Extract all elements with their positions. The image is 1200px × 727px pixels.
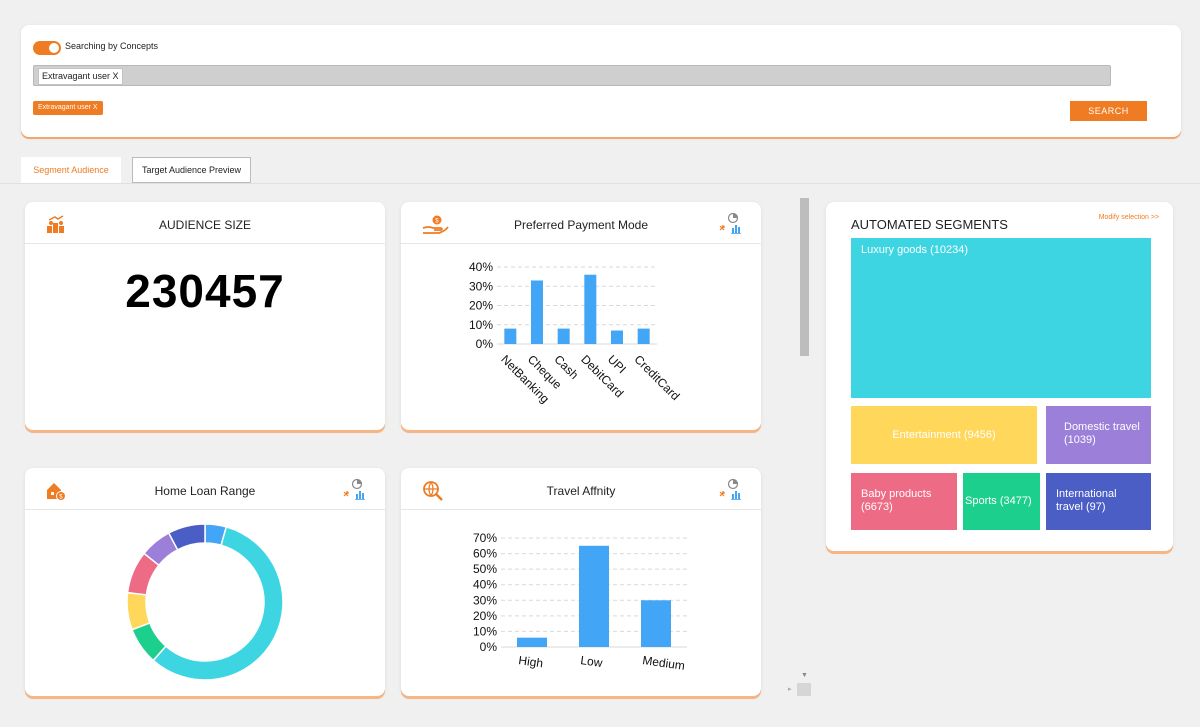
search-panel: Searching by Concepts Extravagant user X… (21, 25, 1181, 137)
y-tick-label: 70% (473, 531, 497, 545)
segment-tile-entertainment[interactable]: Entertainment (9456) (851, 406, 1037, 464)
travel-affinity-title: Travel Affnity (546, 484, 616, 498)
x-tick-label: Medium (642, 653, 686, 673)
bar[interactable] (579, 545, 609, 647)
bar[interactable] (584, 274, 597, 344)
x-tick-label: CreditCard (632, 352, 683, 403)
pie-chart-icon[interactable] (351, 478, 363, 490)
payment-mode-card: $ Preferred Payment Mode 0% 10% 20% 30% 40% N… (401, 202, 761, 430)
payment-mode-bar-chart: 0%10%20%30%40%NetBankingChequeCashDebitC… (469, 260, 683, 406)
scrollbar-thumb[interactable] (800, 198, 809, 356)
bar[interactable] (531, 280, 543, 344)
toggle-label: Searching by Concepts (65, 41, 159, 51)
travel-affinity-bar-chart: 0% 10%20% 30%40% 50%60% 70% High Low Medium (473, 531, 687, 673)
automated-segments-card: AUTOMATED SEGMENTS Modify selection >> L… (826, 202, 1173, 551)
card-divider (401, 243, 761, 244)
bar[interactable] (517, 637, 547, 647)
automated-segments-title: AUTOMATED SEGMENTS (851, 217, 1008, 232)
y-tick-label: 40% (469, 260, 493, 274)
bar[interactable] (637, 328, 650, 344)
y-tick-label: 20% (469, 299, 493, 313)
segment-tile-sports[interactable]: Sports (3477) (963, 473, 1040, 530)
bar[interactable] (504, 328, 517, 344)
search-button[interactable]: SEARCH (1070, 101, 1147, 121)
donut-slice[interactable] (126, 591, 151, 631)
segment-tile-domestic-travel[interactable]: Domestic travel (1039) (1046, 406, 1151, 464)
tabs-divider (0, 183, 1200, 184)
home-loan-card: $ Home Loan Range (25, 468, 385, 696)
segment-tile-luxury-goods[interactable]: Luxury goods (10234) (851, 238, 1151, 398)
chart-tools (719, 478, 741, 500)
scrollbar-corner (797, 683, 811, 696)
x-tick-label: Low (580, 653, 604, 670)
card-divider (25, 243, 385, 244)
segment-tile-international-travel[interactable]: International travel (97) (1046, 473, 1151, 530)
collapse-icon[interactable] (343, 491, 349, 497)
bar-chart-icon[interactable] (731, 225, 741, 234)
card-divider (401, 509, 761, 510)
tab-segment-audience[interactable]: Segment Audience (21, 157, 121, 183)
search-token[interactable]: Extravagant user X (38, 68, 123, 85)
audience-size-card: AUDIENCE SIZE 230457 (25, 202, 385, 430)
y-tick-label: 0% (480, 640, 498, 654)
bar-chart-icon[interactable] (731, 491, 741, 500)
y-tick-label: 20% (473, 609, 497, 623)
home-loan-donut-chart (126, 523, 284, 681)
audience-size-value: 230457 (125, 265, 285, 317)
segment-tile-baby-products[interactable]: Baby products (6673) (851, 473, 957, 530)
pie-chart-icon[interactable] (727, 212, 739, 224)
tab-target-audience-preview[interactable]: Target Audience Preview (132, 157, 251, 183)
bar[interactable] (641, 600, 671, 647)
y-tick-label: 60% (473, 547, 497, 561)
search-input[interactable]: Extravagant user X (33, 65, 1111, 86)
home-loan-title: Home Loan Range (154, 484, 256, 498)
pie-chart-icon[interactable] (727, 478, 739, 490)
chart-tools (719, 212, 741, 234)
collapse-icon[interactable] (719, 225, 725, 231)
concept-search-toggle[interactable] (33, 41, 61, 55)
audience-size-title: AUDIENCE SIZE (158, 218, 251, 232)
x-tick-label: High (518, 653, 544, 670)
y-tick-label: 10% (473, 624, 497, 638)
y-tick-label: 0% (476, 337, 494, 351)
collapse-icon[interactable] (719, 491, 725, 497)
bar-chart-icon[interactable] (355, 491, 365, 500)
y-tick-label: 30% (469, 279, 493, 293)
bar[interactable] (611, 330, 623, 344)
y-tick-label: 10% (469, 318, 493, 332)
modify-selection-link[interactable]: Modify selection >> (1099, 214, 1159, 221)
y-tick-label: 50% (473, 562, 497, 576)
y-tick-label: 30% (473, 593, 497, 607)
concept-chip[interactable]: Extravagant user X (33, 101, 103, 115)
bar[interactable] (557, 328, 570, 344)
card-divider (25, 509, 385, 510)
chart-tools (343, 478, 365, 500)
scroll-down-arrow-icon[interactable]: ▼ (801, 672, 808, 679)
y-tick-label: 40% (473, 578, 497, 592)
payment-mode-title: Preferred Payment Mode (513, 218, 649, 232)
travel-affinity-card: Travel Affnity 0% 10% 20% 30% 40% 50% 60% 70% Hi… (401, 468, 761, 696)
scroll-left-arrow-icon[interactable]: ▸ (788, 685, 792, 693)
